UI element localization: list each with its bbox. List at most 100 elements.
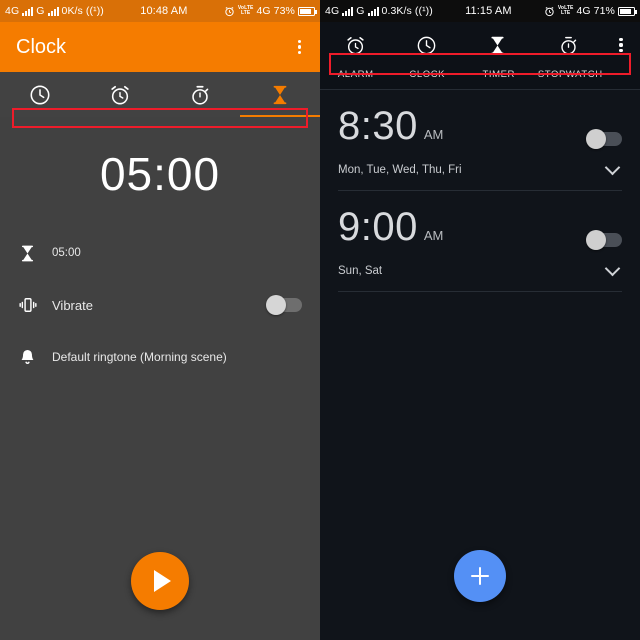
battery-icon xyxy=(618,6,637,16)
hourglass-icon xyxy=(487,35,508,56)
vibrate-row[interactable]: Vibrate xyxy=(0,279,320,331)
tab-bar: ALARM CLOCK TIMER STOPWATCH xyxy=(320,22,640,90)
hourglass-icon xyxy=(269,84,291,106)
signal-bars-icon-2 xyxy=(367,6,379,16)
tab-alarm[interactable] xyxy=(80,84,160,106)
start-timer-fab[interactable] xyxy=(131,552,189,610)
vibrate-icon xyxy=(18,295,48,315)
alarm-clock-icon xyxy=(224,6,235,17)
timer-countdown-display: 05:00 xyxy=(99,148,221,200)
status-bar-clock: 10:48 AM xyxy=(140,5,188,17)
tab-alarm[interactable] xyxy=(320,35,391,56)
play-icon xyxy=(154,570,171,592)
tab-label-timer[interactable]: TIMER xyxy=(463,69,535,80)
toggle-thumb xyxy=(586,129,606,149)
alarm-time-wrap: 8:30 AM xyxy=(338,106,443,146)
alarm-time: 8:30 xyxy=(338,104,418,148)
tab-indicator-track xyxy=(0,114,320,117)
tab-icon-row xyxy=(320,26,640,64)
signal-bars-icon-1 xyxy=(342,6,354,16)
alarm-icon xyxy=(109,84,131,106)
more-vertical-icon xyxy=(616,34,625,57)
network-type-label-3: 4G xyxy=(576,5,591,17)
tab-clock[interactable] xyxy=(391,35,462,56)
chevron-down-icon[interactable] xyxy=(604,159,621,176)
alarm-time-wrap: 9:00 AM xyxy=(338,207,443,247)
tab-bar xyxy=(0,72,320,117)
alarm-days-row: Sun, Sat xyxy=(338,247,622,291)
network-type-label-1: 4G xyxy=(5,5,20,17)
page-title: Clock xyxy=(16,35,67,58)
tab-label-clock[interactable]: CLOCK xyxy=(392,69,464,80)
hotspot-icon: ((¹)) xyxy=(414,5,433,17)
network-type-label-3: 4G xyxy=(256,5,271,17)
status-bar: 4G G 0K/s ((¹)) 10:48 AM VoLTE LTE 4G 73… xyxy=(0,0,320,22)
signal-bars-icon-2 xyxy=(47,6,59,16)
right-phone-screen: 4G G 0.3K/s ((¹)) 11:15 AM VoLTE LTE 4G … xyxy=(320,0,640,640)
volte-icon: VoLTE LTE xyxy=(557,5,574,16)
app-bar: Clock xyxy=(0,22,320,72)
tab-label-alarm[interactable]: ALARM xyxy=(320,69,392,80)
alarm-time: 9:00 xyxy=(338,205,418,249)
chevron-down-icon[interactable] xyxy=(604,260,621,277)
status-bar-left-group: 4G G 0K/s ((¹)) xyxy=(5,5,104,17)
toggle-thumb xyxy=(586,230,606,250)
status-bar-right-group: VoLTE LTE 4G 73% xyxy=(224,5,317,17)
tab-timer[interactable] xyxy=(240,84,320,106)
volte-icon: VoLTE LTE xyxy=(237,5,254,16)
list-divider xyxy=(338,291,622,292)
status-bar-left-group: 4G G 0.3K/s ((¹)) xyxy=(325,5,433,17)
tab-timer[interactable] xyxy=(462,35,533,56)
plus-icon xyxy=(469,565,491,587)
tab-label-row: ALARM CLOCK TIMER STOPWATCH xyxy=(320,64,640,84)
alarm-time-row: 9:00 AM xyxy=(338,207,622,250)
network-type-label-1: 4G xyxy=(325,5,340,17)
timer-duration-label: 05:00 xyxy=(52,247,81,259)
battery-percent-label: 71% xyxy=(593,5,615,17)
data-rate-label: 0.3K/s xyxy=(381,5,412,17)
tab-indicator-timer xyxy=(240,114,320,117)
bell-icon xyxy=(18,348,48,367)
network-type-label-2: G xyxy=(36,5,45,17)
status-bar-clock: 11:15 AM xyxy=(465,5,512,17)
alarm-time-row: 8:30 AM xyxy=(338,106,622,149)
alarm-item[interactable]: 8:30 AM Mon, Tue, Wed, Thu, Fri xyxy=(320,90,640,190)
tab-stopwatch[interactable] xyxy=(160,84,240,106)
data-rate-label: 0K/s xyxy=(61,5,83,17)
overflow-menu-button[interactable] xyxy=(604,34,638,57)
signal-bars-icon-1 xyxy=(22,6,34,16)
add-alarm-fab[interactable] xyxy=(454,550,506,602)
alarm-ampm: AM xyxy=(423,127,444,142)
more-vertical-icon[interactable] xyxy=(295,36,304,59)
alarm-ampm: AM xyxy=(423,228,444,243)
ringtone-label: Default ringtone (Morning scene) xyxy=(52,350,227,364)
battery-percent-label: 73% xyxy=(273,5,295,17)
vibrate-label: Vibrate xyxy=(52,297,93,313)
hourglass-icon xyxy=(18,244,48,263)
battery-icon xyxy=(298,6,317,16)
stopwatch-icon xyxy=(189,84,211,106)
toggle-thumb xyxy=(266,295,286,315)
alarm-clock-icon xyxy=(544,6,555,17)
alarm-days-label: Sun, Sat xyxy=(338,265,383,277)
alarm-days-row: Mon, Tue, Wed, Thu, Fri xyxy=(338,146,622,190)
alarm-icon xyxy=(345,35,366,56)
tab-stopwatch[interactable] xyxy=(533,35,604,56)
alarm-item[interactable]: 9:00 AM Sun, Sat xyxy=(320,191,640,291)
alarm-toggle[interactable] xyxy=(586,230,622,250)
hotspot-icon: ((¹)) xyxy=(85,5,104,17)
stopwatch-icon xyxy=(558,35,579,56)
timer-duration-row[interactable]: 05:00 xyxy=(0,227,320,279)
clock-icon xyxy=(29,84,51,106)
alarm-toggle[interactable] xyxy=(586,129,622,149)
clock-icon xyxy=(416,35,437,56)
tab-label-stopwatch[interactable]: STOPWATCH xyxy=(535,69,607,80)
status-bar: 4G G 0.3K/s ((¹)) 11:15 AM VoLTE LTE 4G … xyxy=(320,0,640,22)
ringtone-row[interactable]: Default ringtone (Morning scene) xyxy=(0,331,320,383)
alarm-days-label: Mon, Tue, Wed, Thu, Fri xyxy=(338,164,462,176)
tab-clock[interactable] xyxy=(0,84,80,106)
vibrate-toggle[interactable] xyxy=(266,295,302,315)
left-phone-screen: 4G G 0K/s ((¹)) 10:48 AM VoLTE LTE 4G 73… xyxy=(0,0,320,640)
network-type-label-2: G xyxy=(356,5,365,17)
status-bar-right-group: VoLTE LTE 4G 71% xyxy=(544,5,637,17)
